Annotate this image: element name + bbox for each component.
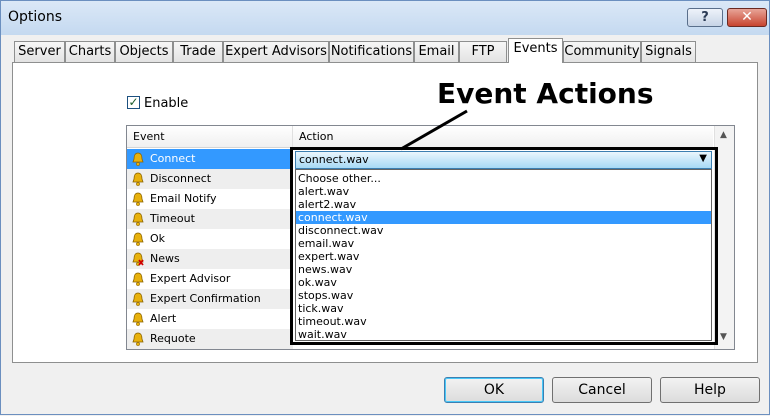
event-row[interactable]: Requote [127, 329, 293, 349]
bell-icon [132, 312, 144, 326]
event-label: Connect [150, 152, 196, 165]
event-label: News [150, 252, 180, 265]
tab-expert-advisors[interactable]: Expert Advisors [223, 41, 329, 62]
tab-charts[interactable]: Charts [65, 41, 115, 62]
enable-checkbox[interactable]: ✓ [127, 96, 140, 109]
tab-events[interactable]: Events [508, 38, 563, 63]
tab-server[interactable]: Server [14, 41, 65, 62]
bell-icon [132, 172, 144, 186]
event-row[interactable]: Timeout [127, 209, 293, 229]
column-header-event[interactable]: Event [127, 126, 293, 148]
event-label: Requote [150, 332, 196, 345]
title-bar: Options ? ✕ [1, 1, 769, 35]
event-label: Ok [150, 232, 166, 245]
options-window: Options ? ✕ Server Charts Objects Trade … [0, 0, 770, 415]
help-title-button[interactable]: ? [687, 8, 723, 27]
tab-notifications[interactable]: Notifications [329, 41, 414, 62]
bell-icon [132, 272, 144, 286]
help-button[interactable]: Help [660, 377, 760, 403]
bell-disabled-icon [132, 252, 144, 266]
scroll-up-icon[interactable]: ▲ [720, 130, 727, 140]
scroll-down-icon[interactable]: ▼ [720, 332, 727, 342]
event-row[interactable]: Expert Advisor [127, 269, 293, 289]
event-row[interactable]: Connect [127, 149, 293, 169]
bell-icon [132, 292, 144, 306]
bell-icon [132, 192, 144, 206]
bell-icon [132, 332, 144, 346]
event-label: Timeout [150, 212, 195, 225]
event-label: Alert [150, 312, 177, 325]
column-header-action[interactable]: Action [293, 126, 713, 148]
tab-community[interactable]: Community [563, 41, 641, 62]
annotation-title: Event Actions [437, 77, 654, 110]
event-row[interactable]: Disconnect [127, 169, 293, 189]
tab-ftp[interactable]: FTP [459, 41, 507, 62]
event-row[interactable]: Email Notify [127, 189, 293, 209]
close-button[interactable]: ✕ [727, 8, 767, 27]
bell-icon [132, 232, 144, 246]
tab-trade[interactable]: Trade [173, 41, 223, 62]
tab-email[interactable]: Email [414, 41, 459, 62]
event-label: Disconnect [150, 172, 212, 185]
event-label: Email Notify [150, 192, 217, 205]
tab-objects[interactable]: Objects [115, 41, 173, 62]
window-title: Options [8, 9, 63, 25]
event-label: Expert Advisor [150, 272, 231, 285]
event-row[interactable]: News [127, 249, 293, 269]
event-row[interactable]: Ok [127, 229, 293, 249]
highlight-frame [290, 147, 718, 345]
ok-button[interactable]: OK [444, 377, 544, 403]
event-row[interactable]: Expert Confirmation [127, 289, 293, 309]
bell-icon [132, 212, 144, 226]
enable-label: Enable [144, 96, 189, 111]
event-row[interactable]: Alert [127, 309, 293, 329]
event-label: Expert Confirmation [150, 292, 261, 305]
cancel-button[interactable]: Cancel [552, 377, 652, 403]
bell-icon [132, 152, 144, 166]
tab-signals[interactable]: Signals [641, 41, 696, 62]
